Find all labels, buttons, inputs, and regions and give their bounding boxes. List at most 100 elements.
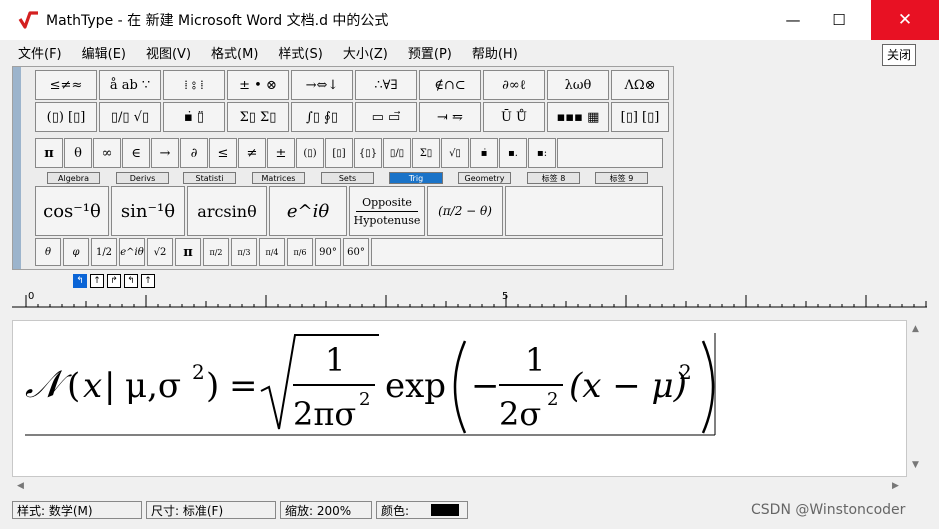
trig-90deg-button[interactable]: 90° — [315, 238, 341, 266]
status-style[interactable]: 样式: 数学(M) — [12, 501, 142, 519]
trig-euler-button[interactable]: e^iθ — [269, 186, 347, 236]
nudge-button-2[interactable]: ↑ — [90, 274, 104, 288]
scroll-left-icon[interactable]: ◀ — [17, 481, 24, 491]
palette-fences-button[interactable]: (▯) [▯] — [35, 102, 97, 132]
small-sqrt-button[interactable]: √▯ — [441, 138, 469, 168]
tab-matrices[interactable]: Matrices — [252, 172, 305, 184]
trig-arcsin-power-button[interactable]: sin⁻¹θ — [111, 186, 185, 236]
palette-scripts-button[interactable]: ▪̇ ▯̈ — [163, 102, 225, 132]
palette-boxes-button[interactable]: [▯] [▯] — [611, 102, 669, 132]
palette-sums-button[interactable]: Σ▯ Σ▯ — [227, 102, 289, 132]
horizontal-scrollbar[interactable]: ◀ ▶ — [12, 477, 927, 497]
palette-sets-button[interactable]: ∉∩⊂ — [419, 70, 481, 100]
menu-file[interactable]: 文件(F) — [18, 43, 62, 62]
tab-algebra[interactable]: Algebra — [47, 172, 100, 184]
trig-theta-button[interactable]: θ — [35, 238, 61, 266]
tab-geometry[interactable]: Geometry — [458, 172, 511, 184]
small-subsup-button[interactable]: ▪: — [528, 138, 556, 168]
toolbar-grip[interactable] — [13, 67, 21, 269]
vertical-scrollbar[interactable]: ▲ ▼ — [907, 320, 927, 477]
nudge-button-5[interactable]: ↑ — [141, 274, 155, 288]
palette-integrals-button[interactable]: ∫▯ ∮▯ — [291, 102, 353, 132]
minimize-button[interactable]: — — [770, 0, 816, 40]
trig-sqrt2-button[interactable]: √2 — [147, 238, 173, 266]
trig-60deg-button[interactable]: 60° — [343, 238, 369, 266]
trig-exp-button[interactable]: e^iθ — [119, 238, 145, 266]
status-color[interactable]: 颜色: — [376, 501, 468, 519]
palette-embellishments-button[interactable]: ⁞ ⦂ ⁞ — [163, 70, 225, 100]
palette-greek-upper-button[interactable]: ΛΩ⊗ — [611, 70, 669, 100]
small-arrow-button[interactable]: → — [151, 138, 179, 168]
small-pi-button[interactable]: π — [35, 138, 63, 168]
trig-ratio-button[interactable]: Opposite Hypotenuse — [349, 186, 425, 236]
ruler[interactable]: 0 5 — [12, 290, 927, 312]
menu-view[interactable]: 视图(V) — [146, 43, 191, 62]
formula-numerator-2: 1 — [525, 341, 545, 379]
formula-minus: − — [471, 366, 500, 406]
palette-matrices-button[interactable]: ▪▪▪ ▦ — [547, 102, 609, 132]
close-button[interactable]: ✕ — [871, 0, 939, 40]
small-sum-button[interactable]: Σ▯ — [412, 138, 440, 168]
tab-derivs[interactable]: Derivs — [116, 172, 169, 184]
small-partial-button[interactable]: ∂ — [180, 138, 208, 168]
tab-sets[interactable]: Sets — [321, 172, 374, 184]
palette-fractions-button[interactable]: ▯/▯ √▯ — [99, 102, 161, 132]
trig-pi-quarter-button[interactable]: π/4 — [259, 238, 285, 266]
small-infinity-button[interactable]: ∞ — [93, 138, 121, 168]
palette-misc-button[interactable]: ∂∞ℓ — [483, 70, 545, 100]
tab-label-9[interactable]: 标签 9 — [595, 172, 648, 184]
palette-bars-button[interactable]: ▭ ▭⃗ — [355, 102, 417, 132]
palette-products-button[interactable]: Ū Ů — [483, 102, 545, 132]
palette-spaces-button[interactable]: å ab ∵ — [99, 70, 161, 100]
small-theta-button[interactable]: θ — [64, 138, 92, 168]
trig-phi-button[interactable]: φ — [63, 238, 89, 266]
status-size[interactable]: 尺寸: 标准(F) — [146, 501, 276, 519]
small-brackets-button[interactable]: [▯] — [325, 138, 353, 168]
palette-arrows-button[interactable]: →⇔↓ — [291, 70, 353, 100]
scroll-up-icon[interactable]: ▲ — [912, 324, 919, 334]
nudge-button-1[interactable]: ↰ — [73, 274, 87, 288]
palette-logic-button[interactable]: ∴∀∃ — [355, 70, 417, 100]
trig-pi-button[interactable]: π — [175, 238, 201, 266]
tab-statistics[interactable]: Statisti — [183, 172, 236, 184]
palette-greek-lower-button[interactable]: λωθ — [547, 70, 609, 100]
menu-preferences[interactable]: 预置(P) — [408, 43, 452, 62]
palette-labeled-arrows-button[interactable]: ⥗ ⥧ — [419, 102, 481, 132]
trig-pi-sixth-button[interactable]: π/6 — [287, 238, 313, 266]
tab-label-8[interactable]: 标签 8 — [527, 172, 580, 184]
tab-trig[interactable]: Trig — [389, 172, 443, 184]
small-parens-button[interactable]: (▯) — [296, 138, 324, 168]
status-zoom[interactable]: 缩放: 200% — [280, 501, 372, 519]
small-leq-button[interactable]: ≤ — [209, 138, 237, 168]
menu-edit[interactable]: 编辑(E) — [82, 43, 126, 62]
nudge-button-3[interactable]: ↱ — [107, 274, 121, 288]
small-braces-button[interactable]: {▯} — [354, 138, 382, 168]
menu-style[interactable]: 样式(S) — [278, 43, 322, 62]
formula-exp: exp — [385, 366, 446, 406]
palette-relations-button[interactable]: ≤≠≈ — [35, 70, 97, 100]
trig-arccos-button[interactable]: cos⁻¹θ — [35, 186, 109, 236]
palette-operators-button[interactable]: ± • ⊗ — [227, 70, 289, 100]
menu-help[interactable]: 帮助(H) — [472, 43, 518, 62]
trig-arcsin-button[interactable]: arcsinθ — [187, 186, 267, 236]
formula-editor[interactable]: 𝒩 ( x | μ,σ 2 ) = 1 2πσ 2 exp − 1 2σ 2 (… — [12, 320, 907, 477]
trig-pi-third-button[interactable]: π/3 — [231, 238, 257, 266]
maximize-button[interactable]: ☐ — [816, 0, 862, 40]
scroll-right-icon[interactable]: ▶ — [892, 481, 899, 491]
small-neq-button[interactable]: ≠ — [238, 138, 266, 168]
nudge-button-4[interactable]: ↰ — [124, 274, 138, 288]
small-superscript-button[interactable]: ▪̇ — [470, 138, 498, 168]
small-fraction-button[interactable]: ▯/▯ — [383, 138, 411, 168]
scroll-down-icon[interactable]: ▼ — [912, 460, 919, 470]
trig-pi-half-button[interactable]: π/2 — [203, 238, 229, 266]
menu-format[interactable]: 格式(M) — [211, 43, 258, 62]
small-subscript-button[interactable]: ▪. — [499, 138, 527, 168]
small-element-of-button[interactable]: ∈ — [122, 138, 150, 168]
formula-square: 2 — [192, 360, 205, 384]
trig-complement-button[interactable]: (π/2 − θ) — [427, 186, 503, 236]
trig-half-button[interactable]: 1/2 — [91, 238, 117, 266]
close-tooltip: 关闭 — [882, 44, 917, 66]
menu-size[interactable]: 大小(Z) — [343, 43, 388, 62]
small-plusminus-button[interactable]: ± — [267, 138, 295, 168]
title-bar: MathType - 在 新建 Microsoft Word 文档.d 中的公式… — [0, 0, 939, 40]
